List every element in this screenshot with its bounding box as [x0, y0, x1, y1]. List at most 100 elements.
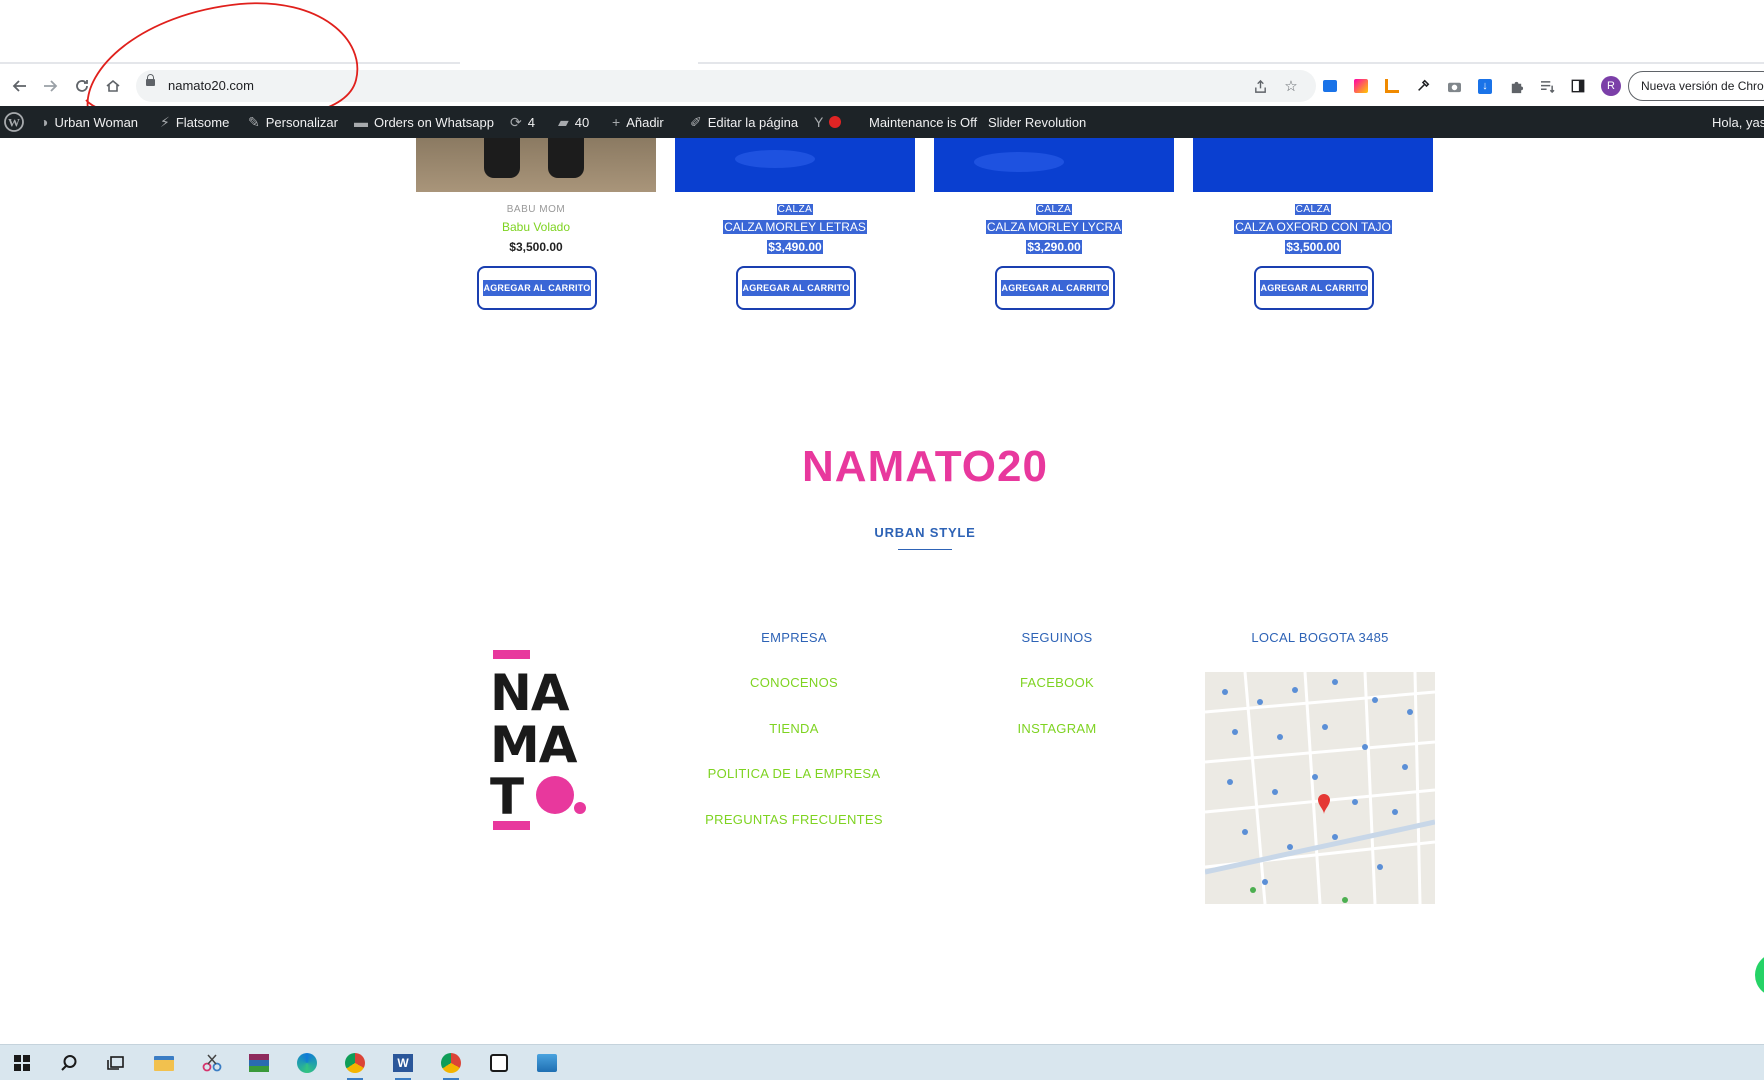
wp-edit-page-menu[interactable]: ✐ Editar la página — [690, 106, 798, 138]
wp-add-new-menu[interactable]: + Añadir — [612, 106, 664, 138]
wp-updates-menu[interactable]: ⟳ 4 — [510, 106, 535, 138]
yoast-seo-menu[interactable]: Y — [814, 106, 842, 138]
extensions-puzzle-icon[interactable] — [1506, 76, 1526, 96]
product-name[interactable]: CALZA MORLEY LYCRA — [934, 220, 1174, 234]
profile-avatar[interactable]: R — [1601, 76, 1621, 96]
chrome-update-button[interactable]: Nueva versión de Chrome — [1628, 71, 1764, 101]
url-text[interactable]: namato20.com — [168, 78, 254, 93]
yoast-icon: Y — [814, 114, 824, 130]
product-name[interactable]: CALZA MORLEY LETRAS — [675, 220, 915, 234]
add-to-cart-label: AGREGAR AL CARRITO — [741, 280, 851, 296]
brush-icon: ✎ — [248, 113, 260, 130]
logo-text-line: T — [490, 768, 524, 826]
namato-logo[interactable]: NA MA T — [490, 650, 600, 830]
brand-title: NAMATO20 — [802, 442, 1048, 491]
bookmark-star-icon[interactable]: ☆ — [1281, 76, 1301, 96]
footer-link-store[interactable]: TIENDA — [674, 721, 914, 736]
page-content: BABU MOM Babu Volado $3,500.00 AGREGAR A… — [0, 138, 1764, 1044]
back-icon[interactable] — [8, 74, 32, 98]
product-image[interactable] — [416, 138, 656, 192]
wp-orders-menu[interactable]: ▬ Orders on Whatsapp — [354, 106, 494, 138]
reading-list-icon[interactable] — [1537, 76, 1557, 96]
product-name[interactable]: Babu Volado — [416, 220, 656, 234]
flatsome-icon: ⚡ — [160, 113, 170, 130]
wordpress-logo-icon[interactable]: W — [4, 106, 24, 138]
name-text: CALZA MORLEY LETRAS — [723, 220, 867, 234]
footer-link-policy[interactable]: POLITICA DE LA EMPRESA — [674, 766, 914, 781]
wp-comments-menu[interactable]: ▰ 40 — [558, 106, 589, 138]
footer-link-about[interactable]: CONOCENOS — [674, 675, 914, 690]
task-view-icon[interactable] — [103, 1051, 129, 1075]
category-text: CALZA — [776, 204, 814, 215]
extension-ruler-icon[interactable] — [1382, 76, 1402, 96]
wp-site-name[interactable]: ◑ Urban Woman — [40, 106, 138, 138]
wp-customize-menu[interactable]: ✎ Personalizar — [248, 106, 338, 138]
windows-start-icon[interactable] — [9, 1051, 35, 1075]
category-text: CALZA — [1294, 204, 1332, 215]
footer-heading-company: EMPRESA — [761, 630, 827, 645]
wp-user-greeting[interactable]: Hola, yasl — [1712, 106, 1764, 138]
slogan-divider — [898, 549, 952, 550]
logo-bar-top — [493, 650, 530, 659]
chrome-icon[interactable] — [342, 1051, 368, 1080]
camera-icon[interactable] — [1444, 76, 1464, 96]
browser-tab-strip — [0, 0, 1764, 66]
download-icon[interactable]: ↓ — [1475, 76, 1495, 96]
logo-dot — [536, 776, 574, 814]
snipping-tool-icon[interactable] — [199, 1051, 225, 1075]
add-to-cart-button[interactable]: AGREGAR AL CARRITO — [736, 266, 856, 310]
product-name[interactable]: CALZA OXFORD CON TAJO — [1193, 220, 1433, 234]
footer-link-faq[interactable]: PREGUNTAS FRECUENTES — [674, 812, 914, 827]
forward-icon[interactable] — [38, 74, 62, 98]
dashboard-icon: ◑ — [40, 114, 49, 130]
location-map[interactable] — [1205, 672, 1435, 904]
product-image[interactable] — [1193, 138, 1433, 192]
extension-translate-icon[interactable] — [1320, 76, 1340, 96]
wp-maintenance-status[interactable]: Maintenance is Off — [869, 106, 977, 138]
footer-heading-location: LOCAL BOGOTA 3485 — [1251, 630, 1389, 645]
search-icon[interactable] — [56, 1051, 82, 1075]
theme-label: Flatsome — [175, 114, 230, 130]
map-graphic — [1205, 672, 1435, 904]
comments-count: 40 — [574, 114, 590, 130]
wp-slider-revolution-menu[interactable]: Slider Revolution — [988, 106, 1086, 138]
chrome-profile-icon[interactable] — [438, 1051, 464, 1080]
add-to-cart-button[interactable]: AGREGAR AL CARRITO — [1254, 266, 1374, 310]
name-text: CALZA MORLEY LYCRA — [985, 220, 1123, 234]
capcut-icon[interactable] — [486, 1051, 512, 1075]
name-text: CALZA OXFORD CON TAJO — [1234, 220, 1392, 234]
side-panel-icon[interactable] — [1568, 76, 1588, 96]
add-new-label: Añadir — [626, 114, 664, 130]
add-to-cart-label: AGREGAR AL CARRITO — [1259, 280, 1369, 296]
lock-icon[interactable] — [146, 74, 155, 86]
product-price: $3,290.00 — [934, 240, 1174, 254]
winrar-icon[interactable] — [246, 1051, 272, 1075]
logo-small-dot — [574, 802, 586, 814]
share-icon[interactable] — [1250, 76, 1270, 96]
footer-link-instagram[interactable]: INSTAGRAM — [937, 721, 1177, 736]
word-icon[interactable]: W — [390, 1051, 416, 1080]
wp-theme-menu[interactable]: ⚡ Flatsome — [160, 106, 229, 138]
edge-icon[interactable] — [294, 1051, 320, 1075]
seo-status-dot-icon — [829, 116, 842, 128]
photos-icon[interactable] — [534, 1051, 560, 1075]
logo-bar-bottom — [493, 821, 530, 830]
category-text: CALZA — [1035, 204, 1073, 215]
edit-page-label: Editar la página — [707, 114, 799, 130]
extension-gradient-icon[interactable] — [1351, 76, 1371, 96]
product-price: $3,500.00 — [509, 240, 563, 254]
add-to-cart-button[interactable]: AGREGAR AL CARRITO — [995, 266, 1115, 310]
whatsapp-float-button[interactable] — [1755, 953, 1764, 997]
add-to-cart-button[interactable]: AGREGAR AL CARRITO — [477, 266, 597, 310]
product-price: $3,500.00 — [1193, 240, 1433, 254]
product-image[interactable] — [675, 138, 915, 192]
footer-link-facebook[interactable]: FACEBOOK — [937, 675, 1177, 690]
address-bar[interactable]: namato20.com — [136, 70, 1316, 102]
file-explorer-icon[interactable] — [151, 1051, 177, 1075]
greeting-label: Hola, yasl — [1712, 114, 1764, 130]
price-text: $3,490.00 — [767, 240, 823, 254]
home-icon[interactable] — [101, 74, 125, 98]
reload-icon[interactable] — [70, 74, 94, 98]
product-image[interactable] — [934, 138, 1174, 192]
eyedropper-icon[interactable] — [1413, 76, 1433, 96]
